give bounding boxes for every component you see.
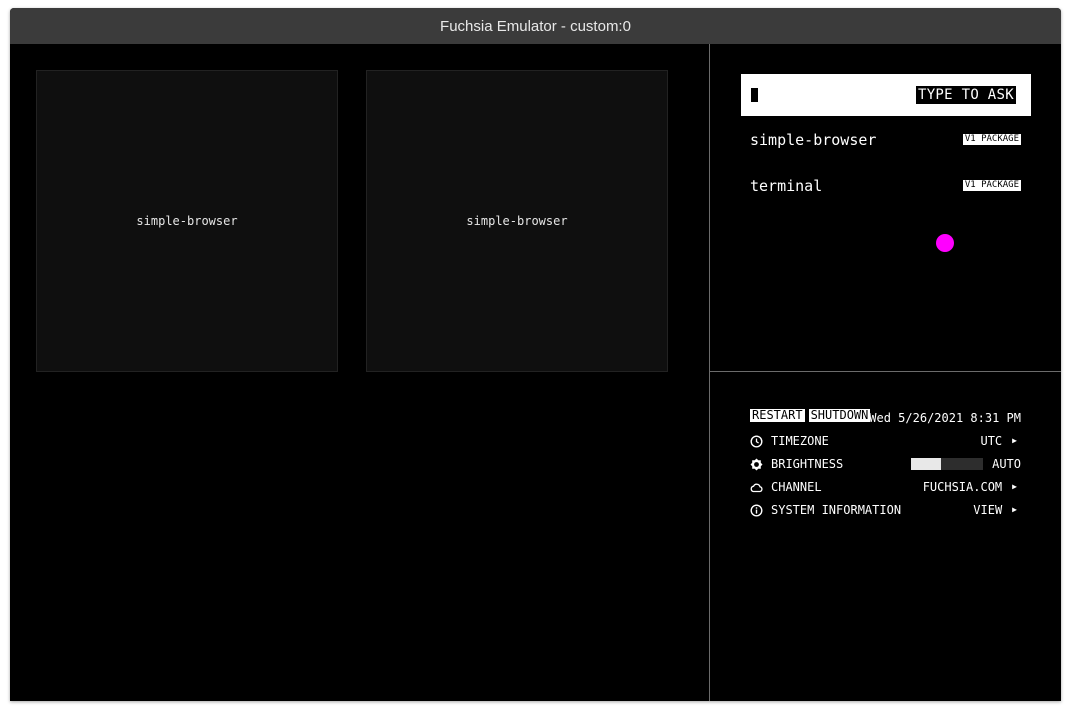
brightness-label: BRIGHTNESS (771, 457, 844, 471)
window-titlebar[interactable]: Fuchsia Emulator - custom:0 (10, 8, 1061, 44)
timezone-value: UTC (980, 434, 1003, 448)
chevron-right-icon: ▶ (1012, 482, 1017, 491)
info-icon (750, 503, 763, 517)
window-title: Fuchsia Emulator - custom:0 (440, 17, 631, 35)
cloud-icon (750, 483, 763, 492)
timezone-label: TIMEZONE (771, 434, 829, 448)
app-tile-simple-browser-2[interactable]: simple-browser (366, 70, 668, 372)
channel-value: FUCHSIA.COM (922, 480, 1003, 494)
emulator-window: Fuchsia Emulator - custom:0 simple-brows… (10, 8, 1061, 701)
suggestion-tag: V1 PACKAGE (962, 180, 1021, 191)
brightness-icon (750, 458, 763, 470)
panel-divider-vertical (709, 44, 710, 701)
suggestion-name: terminal (750, 177, 823, 195)
shutdown-button[interactable]: SHUTDOWN (808, 409, 871, 422)
suggestion-tag: V1 PACKAGE (962, 134, 1021, 145)
system-information-row[interactable]: SYSTEM INFORMATION VIEW ▶ (750, 501, 1021, 519)
chevron-right-icon: ▶ (1012, 436, 1017, 445)
brightness-row: BRIGHTNESS AUTO (750, 455, 1021, 473)
restart-button[interactable]: RESTART (750, 409, 805, 422)
channel-row[interactable]: CHANNEL FUCHSIA.COM ▶ (750, 478, 1021, 496)
chevron-right-icon: ▶ (1012, 505, 1017, 514)
tile-label: simple-browser (136, 214, 238, 228)
brightness-slider[interactable] (911, 458, 984, 470)
suggestion-simple-browser[interactable]: simple-browser V1 PACKAGE (750, 129, 1021, 151)
channel-label: CHANNEL (771, 480, 822, 494)
ask-hint: TYPE TO ASK (915, 86, 1016, 104)
fuchsia-screen: simple-browser simple-browser TYPE TO AS… (10, 44, 1061, 701)
ask-input[interactable]: TYPE TO ASK (741, 74, 1031, 116)
mouse-cursor (936, 234, 954, 252)
system-information-label: SYSTEM INFORMATION (771, 503, 902, 517)
text-caret (751, 88, 758, 102)
panel-divider-horizontal (710, 371, 1061, 372)
clock-icon (750, 434, 763, 448)
power-row: RESTART SHUTDOWN Wed 5/26/2021 8:31 PM (750, 409, 1021, 427)
datetime: Wed 5/26/2021 8:31 PM (869, 411, 1021, 425)
brightness-slider-fill (911, 458, 942, 470)
suggestion-name: simple-browser (750, 131, 877, 149)
tile-label: simple-browser (466, 214, 568, 228)
app-tile-simple-browser-1[interactable]: simple-browser (36, 70, 338, 372)
brightness-auto-toggle[interactable]: AUTO (992, 455, 1021, 473)
suggestion-terminal[interactable]: terminal V1 PACKAGE (750, 175, 1021, 197)
system-information-value: VIEW (973, 503, 1003, 517)
timezone-row[interactable]: TIMEZONE UTC ▶ (750, 432, 1021, 450)
